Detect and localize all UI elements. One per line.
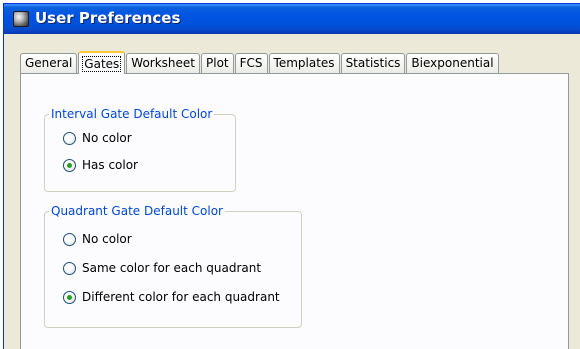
tab-plot[interactable]: Plot: [201, 53, 234, 73]
tab-label: Templates: [273, 56, 335, 70]
quadrant-no-color-option[interactable]: No color: [63, 232, 132, 246]
radio-button[interactable]: [63, 232, 76, 246]
tab-strip: General Gates Worksheet Plot FCS Templat…: [20, 50, 500, 74]
tab-fcs[interactable]: FCS: [234, 53, 268, 73]
tab-label: General: [25, 56, 73, 70]
option-label: Has color: [82, 158, 138, 172]
title-bar[interactable]: User Preferences: [4, 4, 580, 34]
quadrant-gate-color-group: Quadrant Gate Default Color No color Sam…: [44, 204, 302, 328]
option-label: No color: [82, 131, 132, 145]
option-label: Different color for each quadrant: [82, 290, 280, 304]
quadrant-same-color-option[interactable]: Same color for each quadrant: [63, 261, 261, 275]
window-title: User Preferences: [35, 9, 181, 27]
option-label: Same color for each quadrant: [82, 261, 262, 275]
interval-has-color-option[interactable]: Has color: [63, 158, 138, 172]
radio-button-selected[interactable]: [63, 290, 76, 304]
tab-templates[interactable]: Templates: [268, 53, 340, 73]
tab-label: Plot: [206, 56, 229, 70]
group-legend: Interval Gate Default Color: [51, 107, 213, 121]
tab-label: Gates: [82, 56, 122, 72]
tab-label: FCS: [239, 56, 263, 70]
tab-general[interactable]: General: [20, 53, 78, 73]
tab-biexponential[interactable]: Biexponential: [406, 53, 499, 73]
radio-button-selected[interactable]: [63, 158, 76, 172]
option-label: No color: [82, 232, 132, 246]
tab-label: Biexponential: [411, 56, 494, 70]
tab-label: Worksheet: [131, 56, 196, 70]
tab-worksheet[interactable]: Worksheet: [126, 53, 201, 73]
group-legend: Quadrant Gate Default Color: [51, 204, 223, 218]
interval-no-color-option[interactable]: No color: [63, 131, 132, 145]
tab-statistics[interactable]: Statistics: [340, 53, 406, 73]
tab-label: Statistics: [345, 56, 401, 70]
quadrant-different-color-option[interactable]: Different color for each quadrant: [63, 290, 280, 304]
tab-gates[interactable]: Gates: [78, 51, 126, 74]
radio-button[interactable]: [63, 261, 76, 275]
gates-tab-panel: Interval Gate Default Color No color Has…: [20, 73, 569, 349]
radio-button[interactable]: [63, 131, 76, 145]
app-icon: [13, 11, 29, 27]
interval-gate-color-group: Interval Gate Default Color No color Has…: [44, 107, 236, 192]
